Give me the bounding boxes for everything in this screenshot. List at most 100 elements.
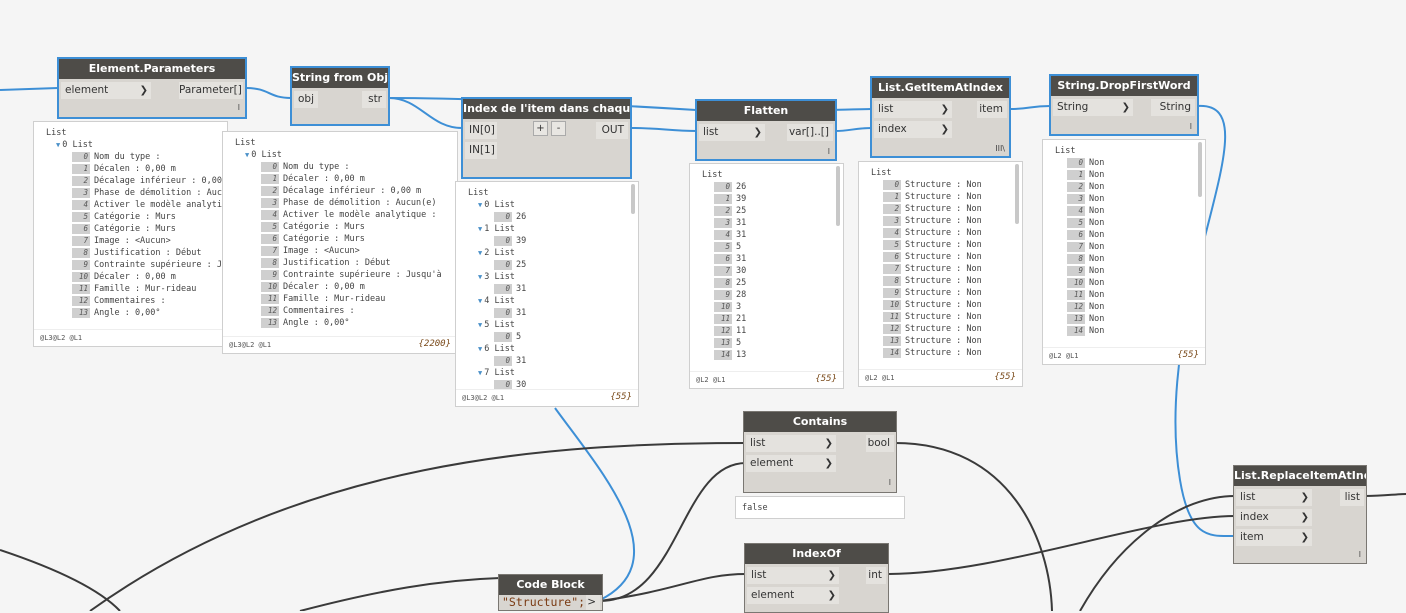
chevron-right-icon: ❯ [1121, 102, 1130, 113]
node-string-from-object[interactable]: String from Object obj str [290, 66, 390, 126]
item-value: Commentaires : [283, 306, 355, 316]
item-index: 13 [72, 308, 90, 318]
list-item: 12 Commentaires : [46, 295, 227, 307]
item-value: 25 [736, 206, 747, 216]
node-contains[interactable]: Contains list ❯ element ❯ bool l [743, 411, 897, 493]
output-port-string[interactable]: String [1151, 99, 1195, 116]
input-port-list[interactable]: list ❯ [747, 567, 839, 584]
output-port-bool[interactable]: bool [866, 435, 894, 452]
node-replace-item-at-index[interactable]: List.ReplaceItemAtIndex list❯ index❯ ite… [1233, 465, 1367, 564]
item-index: 0 [714, 182, 732, 192]
list-item: 4 31 [702, 229, 843, 241]
output-port-out[interactable]: OUT [596, 122, 628, 139]
list-sub: ▼ 1 List [468, 223, 638, 235]
input-port-list[interactable]: list ❯ [874, 101, 952, 118]
node-code-block[interactable]: Code Block "Structure"; > [498, 574, 603, 611]
item-index: 0 [494, 260, 512, 270]
item-value: Structure : Non [905, 288, 982, 298]
input-port-obj[interactable]: obj [294, 91, 318, 108]
list-item: 2 Structure : Non [871, 203, 1022, 215]
input-port-item[interactable]: item ❯ [1236, 529, 1312, 546]
item-index: 13 [883, 336, 901, 346]
item-index: 3 [1067, 194, 1085, 204]
scrollbar[interactable] [1198, 142, 1202, 197]
item-index: 9 [261, 270, 279, 280]
node-index-item[interactable]: Index de l'item dans chaque liste IN[0] … [461, 97, 632, 179]
list-item: 5 Catégorie : Murs [235, 221, 457, 233]
item-index: 10 [714, 302, 732, 312]
list-item: 8 Non [1055, 253, 1205, 265]
list-item: 2 Décalage inférieur : 0,00 m [235, 185, 457, 197]
item-value: Catégorie : Murs [94, 212, 176, 222]
item-value: Décalen : 0,00 m [94, 164, 176, 174]
item-index: 12 [1067, 302, 1085, 312]
output-port-item[interactable]: item [977, 101, 1007, 118]
item-value: Image : <Aucun> [283, 246, 360, 256]
expand-triangle-icon: ▼ [478, 201, 483, 209]
item-value: Nom du type : [94, 152, 161, 162]
output-port-list[interactable]: list [1340, 489, 1364, 506]
scrollbar[interactable] [1015, 164, 1019, 224]
input-port-element[interactable]: element ❯ [746, 455, 836, 472]
node-drop-first-word[interactable]: String.DropFirstWord String ❯ String l [1049, 74, 1199, 136]
item-value: Non [1089, 182, 1105, 192]
input-port-element[interactable]: element ❯ [747, 587, 839, 604]
output-port[interactable]: > [586, 595, 600, 610]
wire [834, 127, 873, 132]
item-index: 1 [714, 194, 732, 204]
list-item: 1 Non [1055, 169, 1205, 181]
add-input-button[interactable]: + [533, 121, 548, 136]
scrollbar[interactable] [836, 166, 840, 226]
item-value: 39 [516, 236, 527, 246]
item-value: 26 [736, 182, 747, 192]
item-value: 25 [516, 260, 527, 270]
input-port-list[interactable]: list ❯ [1236, 489, 1312, 506]
node-title: String from Object [292, 68, 388, 88]
node-get-item-at-index[interactable]: List.GetItemAtIndex list ❯ index ❯ item II… [870, 76, 1011, 158]
node-title: Element.Parameters [59, 59, 245, 79]
node-flatten[interactable]: Flatten list ❯ var[]..[] l [695, 99, 837, 161]
node-element-parameters[interactable]: Element.Parameters element ❯ Parameter[] … [57, 57, 247, 119]
wire [388, 97, 463, 129]
item-index: 12 [714, 326, 732, 336]
output-port-str[interactable]: str [362, 91, 386, 108]
input-port-index[interactable]: index ❯ [874, 121, 952, 138]
item-index: 1 [261, 174, 279, 184]
node-indexof[interactable]: IndexOf list ❯ element ❯ int [744, 543, 889, 613]
input-port-list[interactable]: list ❯ [746, 435, 836, 452]
list-item: 1 Décaler : 0,00 m [235, 173, 457, 185]
item-index: 3 [72, 188, 90, 198]
item-value: Décaler : 0,00 m [283, 282, 365, 292]
output-port-parameters[interactable]: Parameter[] [179, 82, 243, 99]
input-port-element[interactable]: element ❯ [61, 82, 151, 99]
item-index: 9 [883, 288, 901, 298]
node-title: List.GetItemAtIndex [872, 78, 1009, 98]
output-port-int[interactable]: int [866, 567, 886, 584]
list-item: 7 Image : <Aucun> [46, 235, 227, 247]
code-editor[interactable]: "Structure"; [502, 595, 585, 609]
input-port-string[interactable]: String ❯ [1053, 99, 1133, 116]
input-port-in0[interactable]: IN[0] [465, 122, 497, 139]
list-label: 4 List [484, 296, 515, 306]
input-port-index[interactable]: index ❯ [1236, 509, 1312, 526]
expand-triangle-icon: ▼ [478, 345, 483, 353]
item-index: 13 [714, 338, 732, 348]
item-index: 5 [714, 242, 732, 252]
output-port-var[interactable]: var[]..[] [787, 124, 833, 141]
item-index: 12 [72, 296, 90, 306]
input-port-in1[interactable]: IN[1] [465, 142, 497, 159]
item-index: 3 [261, 198, 279, 208]
remove-input-button[interactable]: - [551, 121, 566, 136]
scrollbar[interactable] [631, 184, 635, 214]
item-value: Nom du type : [283, 162, 350, 172]
list-item: 11 Famille : Mur-rideau [235, 293, 457, 305]
list-item: 9 Non [1055, 265, 1205, 277]
list-item: 13 Non [1055, 313, 1205, 325]
list-item: 8 Justification : Début [235, 257, 457, 269]
item-value: Décaler : 0,00 m [94, 272, 176, 282]
item-value: Structure : Non [905, 240, 982, 250]
item-index: 14 [1067, 326, 1085, 336]
preview-drop-first-word: List 0 Non 1 Non 2 Non 3 Non 4 Non 5 Non 6 Non 7 Non 8 Non… [1042, 139, 1206, 365]
item-index: 8 [72, 248, 90, 258]
input-port-list[interactable]: list ❯ [699, 124, 765, 141]
